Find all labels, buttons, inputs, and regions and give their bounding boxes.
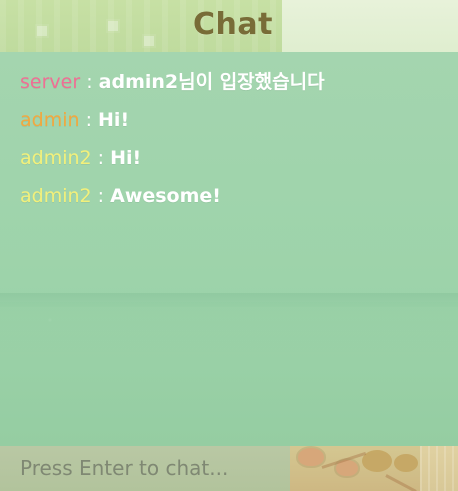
flower-icon: [37, 26, 47, 36]
bush-icon: [362, 450, 392, 472]
message-separator: :: [79, 109, 99, 131]
chat-message: admin : Hi!: [20, 101, 440, 139]
message-text: admin2님이 입장했습니다: [98, 71, 325, 93]
chat-message: admin2 : Awesome!: [20, 177, 440, 215]
game-screen: Chat server : admin2님이 입장했습니다 admin : Hi…: [0, 0, 458, 491]
message-text: Awesome!: [110, 185, 221, 207]
message-sender: admin2: [20, 185, 92, 207]
chat-title: Chat: [193, 7, 273, 42]
message-separator: :: [80, 71, 99, 93]
map-preview: [290, 446, 458, 491]
map-header-area: Chat: [0, 0, 458, 52]
tile-grid: [420, 446, 458, 491]
chat-message: admin2 : Hi!: [20, 139, 440, 177]
flower-icon: [144, 36, 154, 46]
message-sender: admin2: [20, 147, 92, 169]
chat-input[interactable]: [0, 446, 290, 491]
message-text: Hi!: [110, 147, 142, 169]
flower-icon: [108, 21, 118, 31]
message-sender: server: [20, 71, 81, 93]
path-line: [385, 474, 417, 491]
bush-icon: [394, 454, 418, 472]
light-ground-area: [282, 0, 458, 52]
message-text: Hi!: [98, 109, 130, 131]
chat-messages: server : admin2님이 입장했습니다 admin : Hi! adm…: [20, 63, 440, 215]
message-separator: :: [91, 147, 111, 169]
message-sender: admin: [20, 109, 80, 131]
message-separator: :: [91, 185, 111, 207]
rock-icon: [298, 448, 324, 466]
panel-shade: [0, 302, 458, 352]
chat-message: server : admin2님이 입장했습니다: [20, 63, 440, 101]
